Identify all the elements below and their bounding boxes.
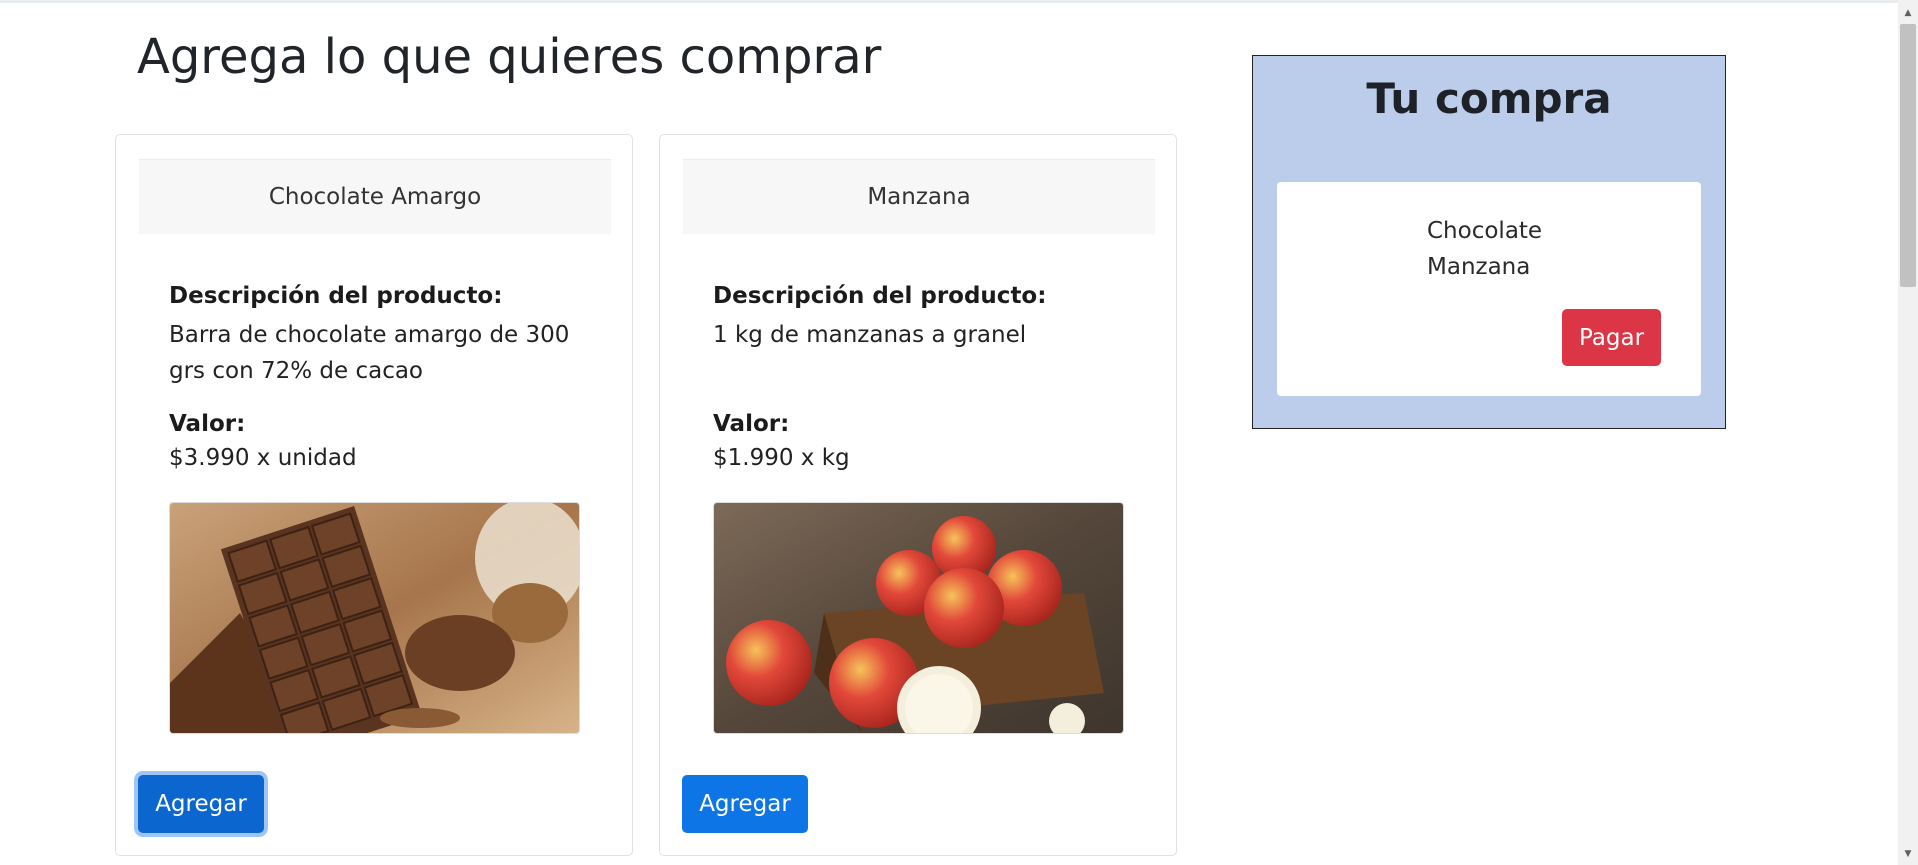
product-price: $1.990 x kg [713, 445, 850, 471]
apple-image [713, 502, 1124, 734]
browser-top-edge [0, 0, 1898, 3]
scrollbar-thumb[interactable] [1900, 24, 1916, 287]
triangle-down-icon[interactable]: ▼ [1898, 845, 1918, 863]
cart-item: Chocolate [1427, 218, 1543, 244]
product-description: 1 kg de manzanas a granel [713, 322, 1027, 348]
pay-button[interactable]: Pagar [1562, 309, 1661, 366]
product-price: $3.990 x unidad [169, 445, 357, 471]
product-description: Barra de chocolate amargo de 300 grs con… [169, 322, 570, 384]
add-to-cart-button[interactable]: Agregar [682, 775, 808, 833]
page-title: Agrega lo que quieres comprar [137, 29, 882, 85]
product-card-chocolate: Chocolate Amargo Descripción del product… [115, 134, 633, 856]
chocolate-image [169, 502, 580, 734]
description-label: Descripción del producto: [169, 283, 503, 309]
value-label: Valor: [169, 411, 246, 437]
cart-item: Manzana [1427, 254, 1531, 280]
product-name: Manzana [683, 159, 1155, 234]
add-to-cart-button[interactable]: Agregar [138, 775, 264, 833]
cart-items-box: Chocolate Manzana Pagar [1277, 182, 1701, 396]
cart-title: Tu compra [1366, 74, 1612, 123]
cart-panel: Tu compra Chocolate Manzana Pagar [1252, 55, 1726, 429]
product-card-apple: Manzana Descripción del producto: 1 kg d… [659, 134, 1177, 856]
triangle-up-icon[interactable]: ▲ [1898, 4, 1918, 22]
vertical-scrollbar[interactable]: ▲ ▼ [1898, 0, 1918, 865]
product-name: Chocolate Amargo [139, 159, 611, 234]
description-label: Descripción del producto: [713, 283, 1047, 309]
value-label: Valor: [713, 411, 790, 437]
